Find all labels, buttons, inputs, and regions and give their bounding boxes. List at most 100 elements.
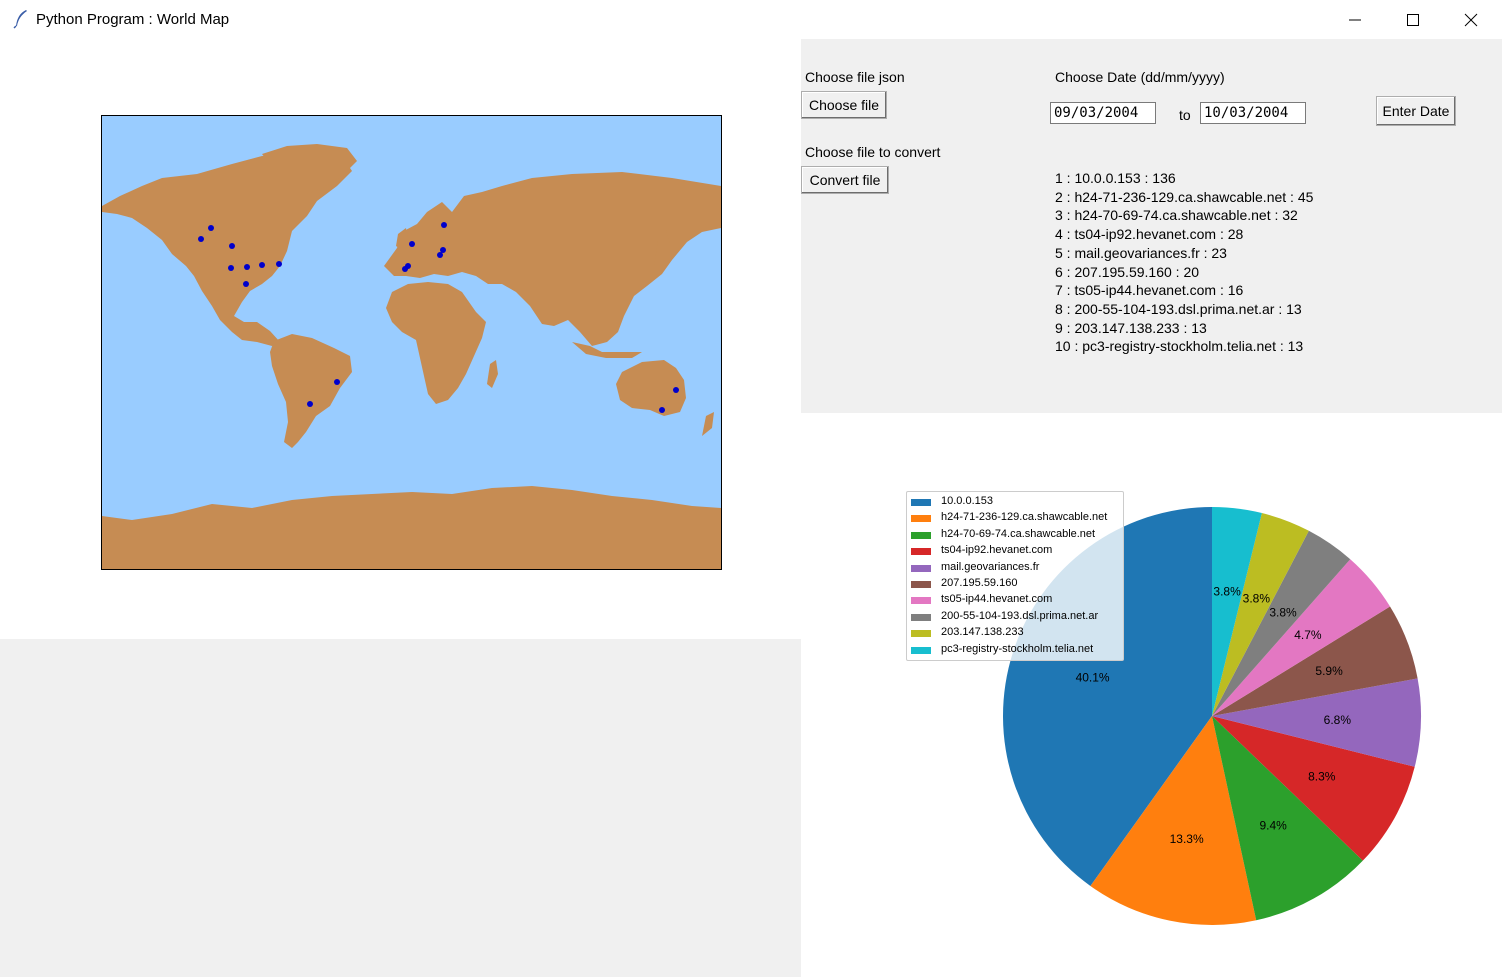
result-item: 2 : h24-71-236-129.ca.shawcable.net : 45: [1055, 188, 1314, 205]
location-marker: [307, 401, 313, 407]
new-zealand: [702, 412, 714, 436]
feather-icon: [12, 9, 30, 29]
location-marker: [437, 252, 443, 258]
location-marker: [229, 243, 235, 249]
location-marker: [244, 264, 250, 270]
south-america: [270, 334, 352, 448]
convert-file-label: Choose file to convert: [805, 144, 941, 160]
landmasses: [102, 144, 721, 569]
legend-label: 203.147.138.233: [941, 626, 1024, 639]
legend-label: 200-55-104-193.dsl.prima.net.ar: [941, 609, 1099, 622]
chart-legend: 10.0.0.153 h24-71-236-129.ca.shawcable.ne…: [906, 491, 1124, 661]
date-to-input[interactable]: [1200, 102, 1306, 124]
date-to-label: to: [1179, 107, 1191, 123]
location-marker: [334, 379, 340, 385]
location-marker: [441, 222, 447, 228]
world-map: [101, 115, 722, 570]
legend-entry: h24-71-236-129.ca.shawcable.net: [907, 511, 1121, 527]
legend-label: 207.195.59.160: [941, 577, 1018, 589]
legend-swatch: [911, 499, 931, 506]
json-file-label: Choose file json: [805, 69, 905, 85]
result-item: 7 : ts05-ip44.hevanet.com : 16: [1055, 282, 1244, 299]
legend-label: ts04-ip92.hevanet.com: [941, 544, 1053, 557]
minimize-icon: [1349, 19, 1361, 21]
legend-label: mail.geovariances.fr: [941, 560, 1040, 573]
window-title: Python Program : World Map: [36, 11, 230, 28]
legend-label: h24-70-69-74.ca.shawcable.net: [941, 527, 1096, 540]
legend-swatch: [911, 515, 931, 523]
close-icon: [1464, 13, 1478, 27]
result-item: 5 : mail.geovariances.fr : 23: [1055, 244, 1227, 261]
result-item: 3 : h24-70-69-74.ca.shawcable.net : 32: [1055, 207, 1298, 224]
location-marker: [208, 225, 214, 231]
location-marker: [198, 236, 204, 242]
date-label: Choose Date (dd/mm/yyyy): [1055, 69, 1225, 85]
location-marker: [276, 261, 282, 267]
result-item: 10 : pc3-registry-stockholm.telia.net : …: [1055, 338, 1304, 355]
location-marker: [440, 247, 446, 253]
result-item: 6 : 207.195.59.160 : 20: [1055, 263, 1200, 280]
empty-panel: [0, 639, 801, 977]
map-panel: [0, 39, 801, 639]
legend-entry: 200-55-104-193.dsl.prima.net.ar: [907, 610, 1121, 626]
legend-swatch: [911, 646, 931, 654]
legend-swatch: [911, 630, 931, 638]
slice-percent-label: 8.3%: [1308, 770, 1336, 784]
location-marker: [409, 241, 415, 247]
africa: [386, 282, 486, 404]
location-marker: [228, 265, 234, 271]
world-map-canvas: [102, 144, 721, 569]
legend-entry: 207.195.59.160: [907, 577, 1121, 593]
legend-label: pc3-registry-stockholm.telia.net: [941, 642, 1094, 655]
location-marker: [243, 281, 249, 287]
controls-panel: Choose file json Choose file Choose file…: [801, 39, 1502, 413]
madagascar: [487, 360, 498, 388]
result-item: 1 : 10.0.0.153 : 136: [1055, 170, 1176, 186]
legend-label: h24-71-236-129.ca.shawcable.net: [941, 511, 1108, 524]
legend-swatch: [911, 548, 931, 556]
legend-swatch: [911, 564, 931, 572]
slice-percent-label: 9.4%: [1260, 818, 1288, 832]
maximize-button[interactable]: [1384, 0, 1442, 39]
legend-entry: mail.geovariances.fr: [907, 561, 1121, 577]
indonesia: [572, 342, 642, 358]
result-item: 9 : 203.147.138.233 : 13: [1055, 319, 1207, 336]
slice-percent-label: 4.7%: [1294, 628, 1322, 642]
slice-percent-label: 3.8%: [1213, 585, 1241, 599]
legend-entry: 10.0.0.153: [907, 495, 1121, 511]
legend-entry: ts05-ip44.hevanet.com: [907, 593, 1121, 609]
legend-entry: pc3-registry-stockholm.telia.net: [907, 643, 1121, 659]
close-button[interactable]: [1442, 0, 1500, 39]
maximize-icon: [1407, 14, 1419, 26]
slice-percent-label: 40.1%: [1076, 671, 1110, 685]
legend-entry: h24-70-69-74.ca.shawcable.net: [907, 528, 1121, 544]
enter-date-button[interactable]: Enter Date: [1376, 96, 1456, 126]
slice-percent-label: 3.8%: [1269, 606, 1297, 620]
slice-percent-label: 3.8%: [1243, 592, 1271, 606]
date-from-input[interactable]: [1050, 102, 1156, 124]
location-marker: [402, 266, 408, 272]
legend-entry: ts04-ip92.hevanet.com: [907, 544, 1121, 560]
legend-swatch: [911, 613, 931, 621]
slice-percent-label: 6.8%: [1324, 713, 1352, 727]
convert-file-button[interactable]: Convert file: [801, 166, 889, 194]
results-list: 1 : 10.0.0.153 : 136 2 : h24-71-236-129.c…: [1055, 169, 1313, 356]
chart-panel: 40.1% 13.3% 9.4% 8.3% 6.8% 5.9% 4.7% 3.8% 3.8% 3.…: [801, 413, 1502, 977]
legend-swatch: [911, 581, 931, 588]
location-marker: [673, 387, 679, 393]
result-item: 4 : ts04-ip92.hevanet.com : 28: [1055, 226, 1244, 243]
location-marker: [259, 262, 265, 268]
legend-swatch: [911, 597, 931, 605]
result-item: 8 : 200-55-104-193.dsl.prima.net.ar : 13: [1055, 300, 1302, 317]
title-bar: Python Program : World Map: [0, 0, 1502, 39]
slice-percent-label: 13.3%: [1170, 832, 1204, 846]
legend-swatch: [911, 531, 931, 539]
legend-label: ts05-ip44.hevanet.com: [941, 593, 1053, 606]
legend-label: 10.0.0.153: [941, 495, 993, 507]
location-marker: [659, 407, 665, 413]
choose-file-button[interactable]: Choose file: [801, 91, 887, 119]
antarctica: [102, 486, 721, 569]
minimize-button[interactable]: [1326, 0, 1384, 39]
slice-percent-label: 5.9%: [1315, 664, 1343, 678]
legend-entry: 203.147.138.233: [907, 626, 1121, 642]
